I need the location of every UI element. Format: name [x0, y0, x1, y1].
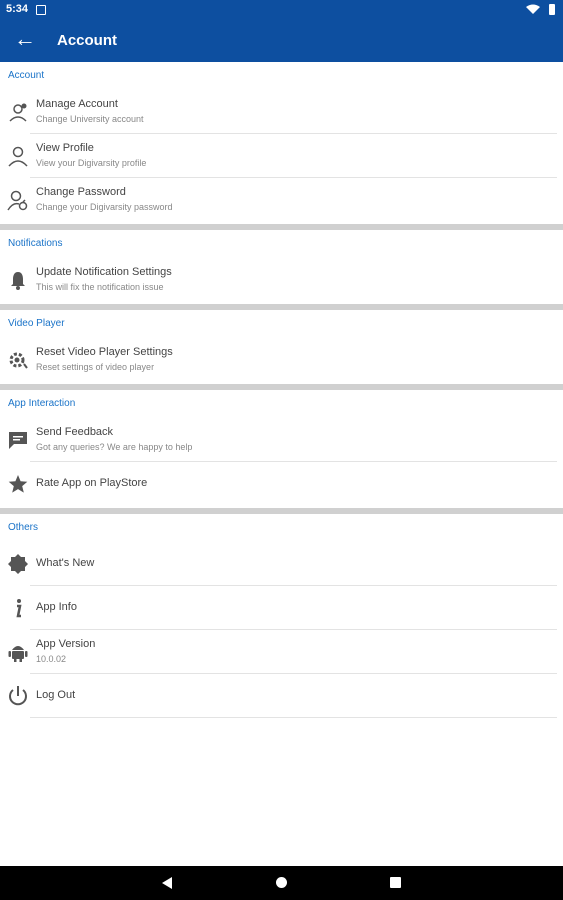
nav-back-icon[interactable] — [162, 877, 172, 889]
item-subtitle: This will fix the notification issue — [36, 282, 164, 292]
notification-icon — [36, 5, 46, 15]
wifi-icon — [526, 4, 540, 14]
section-header-app-interaction: App Interaction — [8, 398, 76, 409]
list-item-rate-app[interactable]: Rate App on PlayStore — [0, 462, 563, 506]
list-item-view-profile[interactable]: View Profile View your Digivarsity profi… — [0, 134, 563, 178]
list-item-app-version: App Version 10.0.02 — [0, 630, 563, 674]
item-title: App Version — [36, 638, 96, 650]
list-item-change-password[interactable]: Change Password Change your Digivarsity … — [0, 178, 563, 222]
app-version-value: 10.0.02 — [36, 654, 67, 664]
badge-icon — [8, 554, 28, 574]
divider — [30, 717, 557, 718]
section-header-others: Others — [8, 522, 39, 533]
item-title: Rate App on PlayStore — [36, 477, 148, 489]
app-bar: ← Account — [0, 20, 563, 62]
list-item-log-out[interactable]: Log Out — [0, 674, 563, 718]
back-arrow-icon[interactable]: ← — [14, 27, 36, 51]
section-header-video-player: Video Player — [8, 318, 65, 329]
feedback-icon — [9, 432, 27, 449]
star-icon — [8, 475, 28, 493]
item-title: Send Feedback — [36, 426, 114, 438]
power-icon — [9, 686, 27, 706]
status-time: 5:34 — [6, 3, 29, 15]
status-bar: 5:34 — [0, 0, 563, 20]
list-item-send-feedback[interactable]: Send Feedback Got any queries? We are ha… — [0, 418, 563, 462]
item-subtitle: Change your Digivarsity password — [36, 202, 173, 212]
item-subtitle: Change University account — [36, 114, 144, 124]
page-title: Account — [57, 32, 117, 49]
list-item-app-info[interactable]: App Info — [0, 586, 563, 630]
item-title: Update Notification Settings — [36, 266, 172, 278]
item-title: View Profile — [36, 142, 94, 154]
item-title: What's New — [36, 557, 95, 569]
item-subtitle: Got any queries? We are happy to help — [36, 442, 193, 452]
system-nav-bar — [0, 866, 563, 900]
settings-gear-icon — [9, 352, 28, 369]
list-item-whats-new[interactable]: What's New — [0, 542, 563, 586]
section-header-account: Account — [8, 70, 45, 81]
section-header-notifications: Notifications — [8, 238, 63, 249]
settings-list: Account Manage Account Change University… — [0, 62, 563, 718]
person-icon — [8, 146, 28, 167]
item-title: App Info — [36, 601, 77, 613]
item-title: Reset Video Player Settings — [36, 346, 173, 358]
item-subtitle: Reset settings of video player — [36, 362, 155, 372]
manage-account-icon — [9, 103, 27, 122]
item-title: Log Out — [36, 689, 76, 701]
item-title: Manage Account — [36, 98, 118, 110]
bell-icon — [11, 272, 25, 290]
info-icon — [16, 599, 22, 618]
list-item-reset-video-player-settings[interactable]: Reset Video Player Settings Reset settin… — [0, 338, 563, 382]
android-icon — [8, 646, 28, 662]
nav-home-icon[interactable] — [276, 877, 287, 888]
battery-icon — [549, 4, 555, 15]
nav-recents-icon[interactable] — [390, 877, 401, 888]
item-subtitle: View your Digivarsity profile — [36, 158, 147, 168]
list-item-update-notification-settings[interactable]: Update Notification Settings This will f… — [0, 258, 563, 302]
item-title: Change Password — [36, 186, 126, 198]
list-item-manage-account[interactable]: Manage Account Change University account — [0, 90, 563, 134]
change-password-icon — [7, 190, 28, 211]
